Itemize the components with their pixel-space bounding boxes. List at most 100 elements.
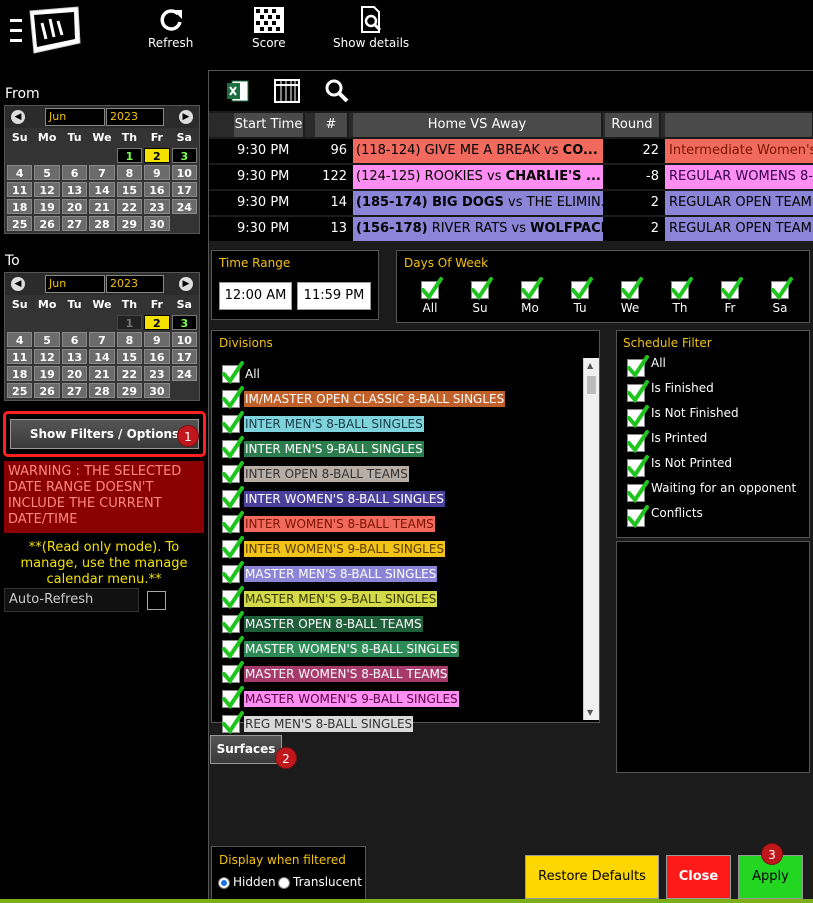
calendar-day[interactable]: 9 <box>144 165 170 180</box>
calendar-day[interactable]: 10 <box>171 165 197 180</box>
calendar-day[interactable]: 28 <box>89 383 115 398</box>
to-month-select[interactable]: Jun <box>45 275 105 293</box>
schedule-filter-checkbox[interactable] <box>627 430 649 454</box>
calendar-day[interactable]: 22 <box>116 366 143 381</box>
calendar-day[interactable]: 16 <box>144 182 170 197</box>
show-filters-button[interactable]: Show Filters / Options <box>10 419 199 449</box>
calendar-day[interactable]: 3 <box>171 148 197 163</box>
calendar-day[interactable]: 3 <box>171 315 197 330</box>
calendar-day[interactable]: 20 <box>61 366 88 381</box>
show-details-button[interactable]: Show details <box>333 6 409 50</box>
prev-month-icon[interactable]: ◀ <box>11 277 25 291</box>
division-checkbox[interactable] <box>222 386 244 410</box>
search-icon[interactable] <box>324 78 350 104</box>
table-row[interactable]: 9:30 PM 13 (156-178) RIVER RATS vs WOLFPAC… <box>209 217 813 241</box>
calendar-day[interactable]: 21 <box>89 366 115 381</box>
calendar-day[interactable]: 28 <box>89 216 115 231</box>
calendar-day[interactable]: 20 <box>61 199 88 214</box>
calendar-day[interactable]: 30 <box>144 383 170 398</box>
close-button[interactable]: Close <box>666 855 731 899</box>
calendar-day[interactable]: 4 <box>7 165 33 180</box>
division-checkbox[interactable] <box>222 561 244 585</box>
calendar-day[interactable]: 6 <box>61 332 88 347</box>
schedule-filter-checkbox[interactable] <box>627 405 649 429</box>
calendar-day[interactable]: 30 <box>144 216 170 231</box>
excel-export-icon[interactable] <box>226 79 250 103</box>
day-checkbox[interactable] <box>671 277 693 301</box>
scroll-down-icon[interactable]: ▼ <box>587 708 593 717</box>
col-start-time[interactable]: Start Time <box>234 113 305 137</box>
calendar-day[interactable]: 5 <box>34 332 60 347</box>
calendar-day[interactable]: 14 <box>89 182 115 197</box>
division-checkbox[interactable] <box>222 611 244 635</box>
menu-logo-icon[interactable] <box>8 5 84 61</box>
next-month-icon[interactable]: ▶ <box>179 277 193 291</box>
day-checkbox[interactable] <box>571 277 593 301</box>
end-time-input[interactable]: 11:59 PM <box>297 282 371 310</box>
translucent-radio[interactable] <box>278 877 290 889</box>
calendar-day[interactable]: 25 <box>7 216 33 231</box>
calendar-day[interactable]: 8 <box>116 332 143 347</box>
calendar-day[interactable]: 29 <box>116 383 143 398</box>
calendar-day[interactable]: 26 <box>34 383 60 398</box>
schedule-filter-checkbox[interactable] <box>627 355 649 379</box>
col-number[interactable]: # <box>315 113 349 137</box>
start-time-input[interactable]: 12:00 AM <box>219 282 292 310</box>
hidden-radio[interactable] <box>218 877 230 889</box>
calendar-day[interactable]: 15 <box>116 182 143 197</box>
day-checkbox[interactable] <box>421 277 443 301</box>
division-checkbox[interactable] <box>222 661 244 685</box>
calendar-day[interactable]: 6 <box>61 165 88 180</box>
day-checkbox[interactable] <box>771 277 793 301</box>
calendar-day[interactable]: 19 <box>34 199 60 214</box>
schedule-filter-checkbox[interactable] <box>627 480 649 504</box>
calendar-day[interactable]: 7 <box>89 332 115 347</box>
division-checkbox[interactable] <box>222 436 244 460</box>
division-checkbox[interactable] <box>222 461 244 485</box>
calendar-day[interactable]: 1 <box>116 315 143 330</box>
calendar-day[interactable]: 2 <box>144 148 170 163</box>
refresh-button[interactable]: Refresh <box>148 6 193 50</box>
calendar-day[interactable]: 5 <box>34 165 60 180</box>
schedule-filter-checkbox[interactable] <box>627 455 649 479</box>
division-checkbox[interactable] <box>222 586 244 610</box>
calendar-day[interactable]: 25 <box>7 383 33 398</box>
division-checkbox[interactable] <box>222 686 244 710</box>
surfaces-button[interactable]: Surfaces <box>210 735 282 764</box>
calendar-day[interactable]: 10 <box>171 332 197 347</box>
scroll-thumb[interactable] <box>587 376 596 394</box>
col-division[interactable] <box>665 113 813 137</box>
calendar-day[interactable]: 11 <box>7 349 33 364</box>
score-button[interactable]: Score <box>252 6 286 50</box>
calendar-day[interactable]: 21 <box>89 199 115 214</box>
next-month-icon[interactable]: ▶ <box>179 110 193 124</box>
division-checkbox[interactable] <box>222 536 244 560</box>
day-checkbox[interactable] <box>471 277 493 301</box>
schedule-filter-checkbox[interactable] <box>627 380 649 404</box>
calendar-day[interactable]: 26 <box>34 216 60 231</box>
calendar-day[interactable]: 15 <box>116 349 143 364</box>
scroll-up-icon[interactable]: ▲ <box>587 361 593 370</box>
col-home-vs-away[interactable]: Home VS Away <box>353 113 603 137</box>
calendar-day[interactable]: 4 <box>7 332 33 347</box>
calendar-day[interactable]: 12 <box>34 349 60 364</box>
division-checkbox[interactable] <box>222 486 244 510</box>
calendar-day[interactable]: 17 <box>171 349 197 364</box>
day-checkbox[interactable] <box>621 277 643 301</box>
table-row[interactable]: 9:30 PM 14 (185-174) BIG DOGS vs THE ELIMI… <box>209 191 813 215</box>
col-round[interactable]: Round <box>605 113 661 137</box>
calendar-day[interactable]: 23 <box>144 199 170 214</box>
division-checkbox[interactable] <box>222 411 244 435</box>
division-checkbox[interactable] <box>222 636 244 660</box>
calendar-day[interactable]: 18 <box>7 199 33 214</box>
calendar-day[interactable]: 14 <box>89 349 115 364</box>
calendar-day[interactable]: 11 <box>7 182 33 197</box>
calendar-day[interactable]: 23 <box>144 366 170 381</box>
calendar-day[interactable]: 19 <box>34 366 60 381</box>
to-year-select[interactable]: 2023 <box>106 275 164 293</box>
calendar-day[interactable]: 18 <box>7 366 33 381</box>
division-checkbox[interactable] <box>222 711 244 735</box>
calendar-day[interactable]: 29 <box>116 216 143 231</box>
columns-icon[interactable] <box>274 78 300 104</box>
calendar-day[interactable]: 24 <box>171 366 197 381</box>
